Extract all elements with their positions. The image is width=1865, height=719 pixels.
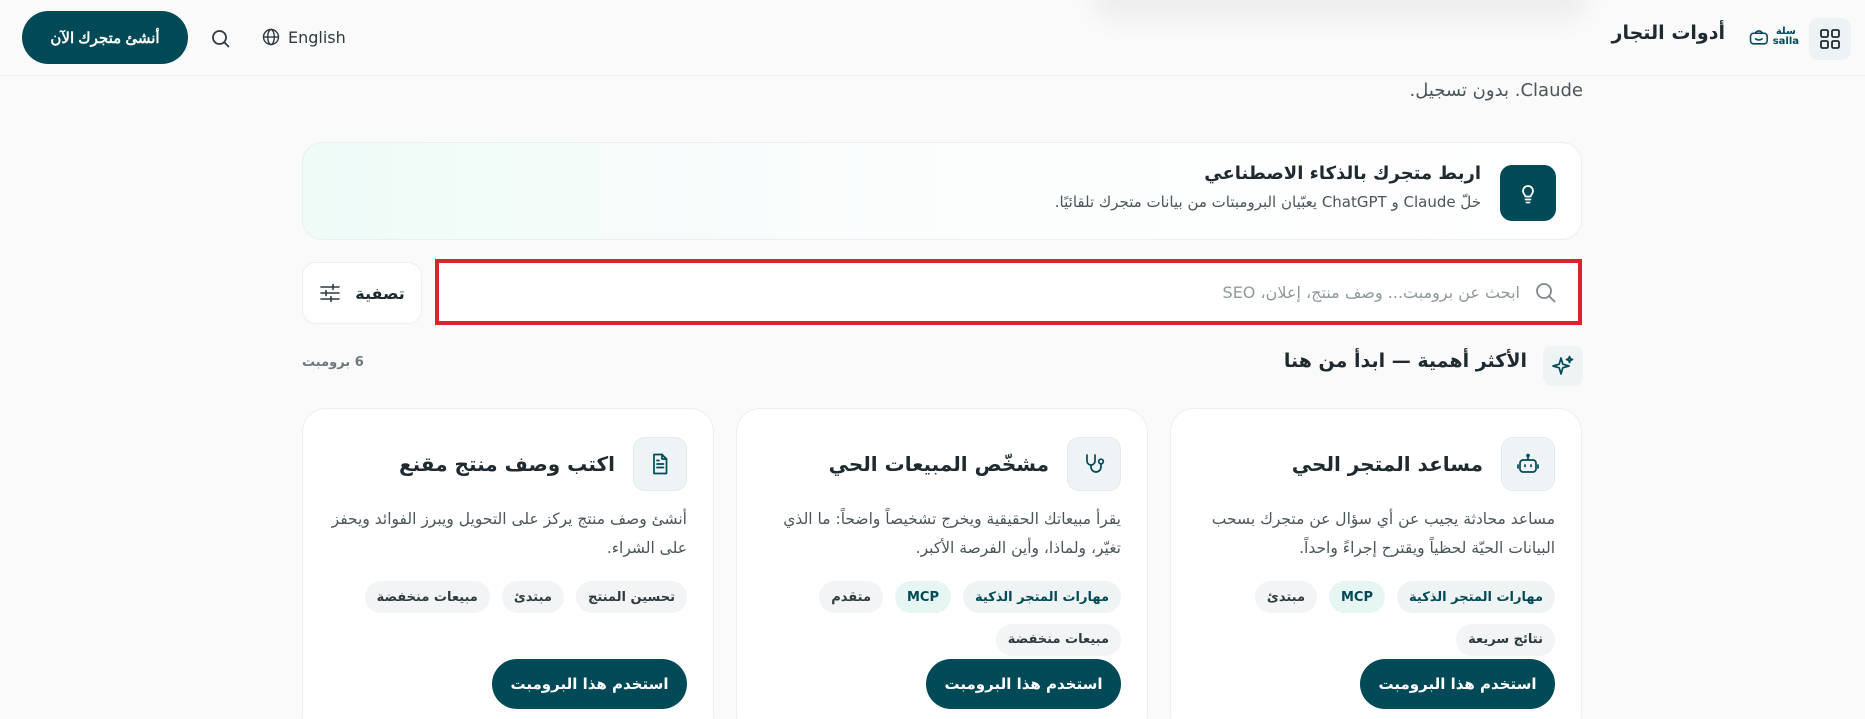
card-tags: مهارات المتجر الذكية MCP متقدم مبيعات من… [763, 581, 1121, 657]
tag[interactable]: نتائج سريعة [1456, 623, 1555, 656]
card-description: أنشئ وصف منتج يركز على التحويل ويبرز الف… [331, 510, 687, 557]
filter-label: تصفية [355, 283, 405, 303]
use-prompt-button[interactable]: استخدم هذا البرومبت [926, 659, 1121, 709]
tag[interactable]: MCP [895, 581, 952, 613]
tag[interactable]: مبتدئ [1254, 581, 1317, 613]
use-prompt-button[interactable]: استخدم هذا البرومبت [1360, 659, 1555, 709]
bulb-icon-box [1500, 165, 1556, 221]
card-tags: تحسين المنتج مبتدئ مبيعات منخفضة [329, 581, 687, 657]
sliders-icon [320, 283, 341, 303]
create-store-button[interactable]: أنشئ متجرك الآن [22, 11, 188, 64]
prompt-search-input[interactable] [439, 263, 1578, 321]
tag[interactable]: مهارات المتجر الذكية [963, 581, 1121, 613]
brand-title[interactable]: أدوات التجار [1612, 22, 1725, 44]
robot-icon [1517, 453, 1539, 473]
prompt-card[interactable]: اكتب وصف منتج مقنع أنشئ وصف منتج يركز عل… [302, 408, 714, 719]
tag[interactable]: مبيعات منخفضة [364, 581, 490, 613]
logo-text-latin: salla [1772, 36, 1799, 47]
search-icon [212, 30, 230, 48]
header-shadow-decoration [1090, 0, 1590, 22]
prompt-cards: مساعد المتجر الحي مساعد محادثة يجيب عن أ… [302, 408, 1582, 719]
language-label: English [288, 27, 346, 47]
card-icon-box [633, 437, 687, 491]
sparkles-icon [1552, 355, 1574, 375]
card-description: مساعد محادثة يجيب عن أي سؤال عن متجرك بس… [1211, 510, 1555, 557]
card-title: اكتب وصف منتج مقنع [398, 452, 615, 476]
card-header: اكتب وصف منتج مقنع [329, 437, 687, 491]
logo-wordmark: سلة salla [1773, 27, 1799, 47]
card-tags: مهارات المتجر الذكية MCP مبتدئ نتائج سري… [1197, 581, 1555, 657]
card-icon-box [1501, 437, 1555, 491]
top-header: سلة salla أدوات التجار English أنشئ متجر… [0, 0, 1865, 76]
salla-bag-icon [1749, 30, 1768, 45]
prompt-count: 6 برومبت [302, 355, 364, 370]
grid-icon [1820, 29, 1840, 49]
lightbulb-icon [1522, 185, 1534, 204]
use-prompt-button[interactable]: استخدم هذا البرومبت [492, 659, 687, 709]
card-title: مشخّص المبيعات الحي [828, 452, 1049, 476]
language-switch[interactable]: English [262, 22, 346, 52]
prompt-search-box[interactable] [435, 259, 1582, 325]
tag[interactable]: مبيعات منخفضة [995, 623, 1121, 656]
prompt-card[interactable]: مساعد المتجر الحي مساعد محادثة يجيب عن أ… [1170, 408, 1582, 719]
banner-title: اربط متجرك بالذكاء الاصطناعي [1204, 163, 1481, 184]
tag[interactable]: مبتدئ [501, 581, 564, 613]
intro-text: Claude. بدون تسجيل. [1409, 80, 1583, 101]
card-header: مساعد المتجر الحي [1197, 437, 1555, 491]
card-description: يقرأ مبيعاتك الحقيقية ويخرج تشخيصاً واضح… [783, 510, 1121, 557]
globe-icon [262, 28, 280, 46]
tag[interactable]: MCP [1329, 581, 1386, 613]
apps-grid-button[interactable] [1809, 18, 1851, 60]
ai-connect-banner[interactable]: اربط متجرك بالذكاء الاصطناعي خلّ Claude … [302, 142, 1582, 240]
card-header: مشخّص المبيعات الحي [763, 437, 1121, 491]
section-title: الأكثر أهمية — ابدأ من هنا [1283, 350, 1527, 372]
tag[interactable]: متقدم [819, 581, 883, 613]
header-search-button[interactable] [206, 24, 236, 54]
card-icon-box [1067, 437, 1121, 491]
section-icon-box [1543, 346, 1583, 386]
tag[interactable]: تحسين المنتج [575, 581, 687, 613]
document-icon [653, 453, 668, 475]
card-title: مساعد المتجر الحي [1291, 452, 1483, 476]
salla-logo[interactable]: سلة salla [1749, 22, 1799, 52]
banner-description: خلّ Claude و ChatGPT يعبّيان البرومبتات … [1054, 193, 1481, 211]
filter-button[interactable]: تصفية [302, 262, 422, 324]
stethoscope-icon [1086, 454, 1105, 473]
prompt-card[interactable]: مشخّص المبيعات الحي يقرأ مبيعاتك الحقيقي… [736, 408, 1148, 719]
tag[interactable]: مهارات المتجر الذكية [1397, 581, 1555, 613]
